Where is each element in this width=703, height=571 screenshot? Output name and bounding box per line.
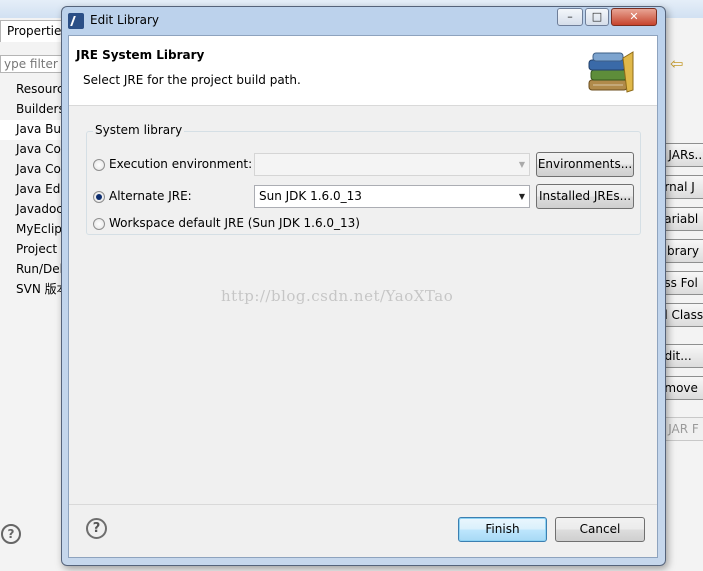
chevron-down-icon: ▼ xyxy=(518,192,525,201)
tree-item[interactable]: MyEclip xyxy=(0,220,64,240)
watermark-text: http://blog.csdn.net/YaoXTao xyxy=(221,287,454,305)
add-variable-button[interactable]: Variabl xyxy=(662,207,703,231)
edit-library-dialog: Edit Library – □ ✕ JRE System Library Se… xyxy=(61,6,666,566)
installed-jres-button[interactable]: Installed JREs... xyxy=(536,184,634,209)
tree-item[interactable]: SVN 版本 xyxy=(0,280,64,300)
banner-title: JRE System Library xyxy=(76,48,205,62)
workspace-default-label: Workspace default JRE (Sun JDK 1.6.0_13) xyxy=(109,216,360,230)
finish-button[interactable]: Finish xyxy=(458,517,547,542)
execution-environment-label: Execution environment: xyxy=(109,157,253,171)
dialog-titlebar[interactable]: Edit Library – □ ✕ xyxy=(62,7,665,35)
cancel-button[interactable]: Cancel xyxy=(555,517,645,542)
tree-item[interactable]: Project xyxy=(0,240,64,260)
banner-description: Select JRE for the project build path. xyxy=(83,73,301,87)
edit-button[interactable]: Edit... xyxy=(662,344,703,368)
environments-button[interactable]: Environments... xyxy=(536,152,634,177)
help-icon[interactable]: ? xyxy=(86,518,107,539)
tree-item[interactable]: Java Co xyxy=(0,160,64,180)
add-class-folder-button[interactable]: ass Fol xyxy=(662,271,703,295)
properties-tab[interactable]: Propertie xyxy=(0,20,64,42)
execution-environment-radio[interactable] xyxy=(93,159,105,171)
tree-item[interactable]: Java Bu xyxy=(0,120,64,140)
add-library-button[interactable]: Library xyxy=(662,239,703,263)
filter-input[interactable]: ype filter te xyxy=(0,55,64,73)
chevron-down-icon: ▼ xyxy=(518,160,525,169)
add-external-jars-button[interactable]: ernal J xyxy=(662,175,703,199)
tree-item[interactable]: Javadoc xyxy=(0,200,64,220)
eclipse-app-icon xyxy=(68,13,84,29)
maximize-button[interactable]: □ xyxy=(585,8,609,26)
execution-environment-combo[interactable]: ▼ xyxy=(254,153,530,176)
add-jars-button[interactable]: d JARs.. xyxy=(662,143,703,167)
alternate-jre-combo[interactable]: Sun JDK 1.6.0_13 ▼ xyxy=(254,185,530,208)
tree-item[interactable]: Java Ed xyxy=(0,180,64,200)
tree-item[interactable]: Java Co xyxy=(0,140,64,160)
alternate-jre-label: Alternate JRE: xyxy=(109,189,192,203)
close-button[interactable]: ✕ xyxy=(611,8,657,26)
dialog-banner: JRE System Library Select JRE for the pr… xyxy=(69,36,657,106)
background-help-icon[interactable]: ? xyxy=(1,524,21,544)
back-arrow-icon[interactable]: ⇦ xyxy=(670,54,683,73)
system-library-label: System library xyxy=(93,123,185,137)
remove-button[interactable]: emove xyxy=(662,376,703,400)
minimize-button[interactable]: – xyxy=(557,8,583,26)
dialog-title: Edit Library xyxy=(90,13,160,27)
footer-divider xyxy=(69,504,657,505)
add-external-class-folder-button[interactable]: al Class xyxy=(662,303,703,327)
library-books-icon xyxy=(588,51,634,93)
tree-item[interactable]: Builders xyxy=(0,100,64,120)
workspace-default-radio[interactable] xyxy=(93,218,105,230)
tree-item[interactable]: Resourc xyxy=(0,80,64,100)
alternate-jre-value: Sun JDK 1.6.0_13 xyxy=(259,189,362,203)
properties-tree: Resourc Builders Java Bu Java Co Java Co… xyxy=(0,80,64,300)
alternate-jre-radio[interactable] xyxy=(93,191,105,203)
migrate-jar-button[interactable]: e JAR F xyxy=(662,417,703,441)
tree-item[interactable]: Run/Del xyxy=(0,260,64,280)
